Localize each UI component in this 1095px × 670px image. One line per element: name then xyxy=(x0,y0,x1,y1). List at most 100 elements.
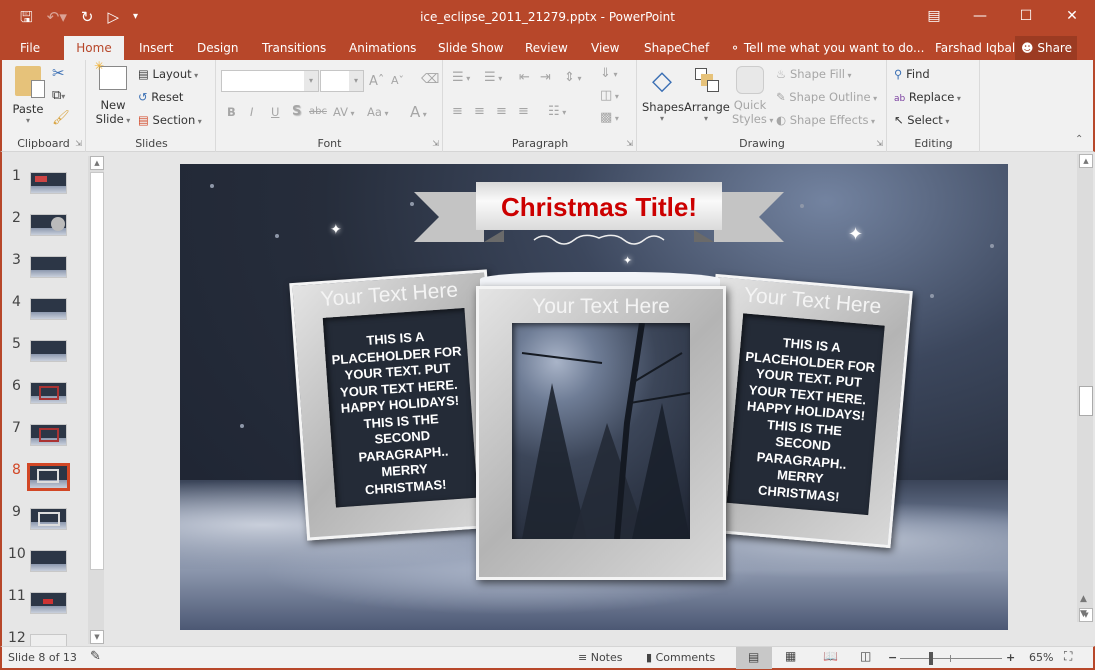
center-frame[interactable]: Your Text Here xyxy=(476,286,726,580)
slide-thumbnail-6[interactable] xyxy=(30,382,67,404)
slide-title[interactable]: Christmas Title! xyxy=(476,192,722,223)
shape-outline-button[interactable]: ✎ Shape Outline ▾ xyxy=(776,90,877,104)
tab-view[interactable]: View xyxy=(583,36,627,60)
strikethrough-button[interactable]: abc xyxy=(309,106,327,117)
canvas-scrollbar[interactable]: ▲ ▼ xyxy=(1077,154,1093,622)
slide[interactable]: ✦ ✦ ✦ Christmas Title! Your Text Here TH… xyxy=(180,164,1008,630)
slide-thumbnail-4[interactable] xyxy=(30,298,67,320)
slide-thumbnail-3[interactable] xyxy=(30,256,67,278)
align-right-icon[interactable]: ≡ xyxy=(496,104,507,119)
right-frame[interactable]: Your Text Here THIS IS A PLACEHOLDER FOR… xyxy=(693,273,913,549)
frame-title[interactable]: Your Text Here xyxy=(479,295,723,319)
shapes-button[interactable]: ◇ Shapes ▾ xyxy=(642,66,684,123)
cut-icon[interactable]: ✂ xyxy=(52,64,65,82)
slide-thumbnail-8[interactable] xyxy=(27,463,70,491)
frame-text[interactable]: THIS IS A PLACEHOLDER FOR YOUR TEXT. PUT… xyxy=(324,326,477,501)
zoom-out-button[interactable]: − xyxy=(888,651,897,664)
increase-indent-icon[interactable]: ⇥ xyxy=(540,70,551,85)
tab-review[interactable]: Review xyxy=(517,36,576,60)
tab-home[interactable]: Home xyxy=(64,36,124,60)
close-icon[interactable]: ✕ xyxy=(1049,0,1095,32)
align-text-icon[interactable]: ◫ ▾ xyxy=(600,88,619,103)
underline-button[interactable]: U xyxy=(271,105,279,119)
scroll-up-icon[interactable]: ▲ xyxy=(90,156,104,170)
numbering-icon[interactable]: ☰ ▾ xyxy=(484,70,502,85)
align-center-icon[interactable]: ≡ xyxy=(474,104,485,119)
find-button[interactable]: ⚲ Find xyxy=(894,67,930,81)
character-spacing-button[interactable]: AV ▾ xyxy=(333,105,355,119)
tab-file[interactable]: File xyxy=(12,36,48,60)
quick-styles-button[interactable]: Quick Styles ▾ xyxy=(732,66,773,126)
minimize-icon[interactable]: — xyxy=(957,0,1003,32)
columns-icon[interactable]: ☷ ▾ xyxy=(548,104,566,119)
text-direction-icon[interactable]: ⇓ ▾ xyxy=(600,66,617,81)
scroll-thumb[interactable] xyxy=(1079,386,1093,416)
select-button[interactable]: ↖ Select ▾ xyxy=(894,113,949,127)
dialog-launcher-icon[interactable]: ⇲ xyxy=(432,139,439,148)
replace-button[interactable]: ab Replace ▾ xyxy=(894,90,961,104)
justify-icon[interactable]: ≡ xyxy=(518,104,529,119)
user-name[interactable]: Farshad Iqbal xyxy=(935,36,1015,60)
font-size-input[interactable]: ▾ xyxy=(320,70,364,92)
frame-text[interactable]: THIS IS A PLACEHOLDER FOR YOUR TEXT. PUT… xyxy=(727,331,883,508)
layout-button[interactable]: ▤ Layout ▾ xyxy=(138,67,198,81)
shadow-button[interactable]: S xyxy=(292,104,301,119)
chevron-down-icon[interactable]: ▾ xyxy=(304,71,318,91)
format-painter-icon[interactable]: 🖌 xyxy=(52,110,70,126)
shape-effects-button[interactable]: ◐ Shape Effects ▾ xyxy=(776,113,875,127)
dialog-launcher-icon[interactable]: ⇲ xyxy=(626,139,633,148)
customize-qat-icon[interactable]: ▾ xyxy=(133,7,138,27)
zoom-level[interactable]: 65% xyxy=(1029,651,1053,664)
bold-button[interactable]: B xyxy=(227,105,236,119)
notes-button[interactable]: ≡ Notes xyxy=(578,651,623,664)
copy-icon[interactable]: ⧉▾ xyxy=(52,88,65,103)
tab-design[interactable]: Design xyxy=(189,36,246,60)
forest-image[interactable] xyxy=(512,322,691,540)
spell-check-icon[interactable]: ✎ xyxy=(90,649,101,664)
tab-shapechef[interactable]: ShapeChef xyxy=(636,36,717,60)
clear-formatting-icon[interactable]: ⌫ xyxy=(421,72,439,87)
smartart-icon[interactable]: ▩ ▾ xyxy=(600,110,619,125)
slide-thumbnail-7[interactable] xyxy=(30,424,67,446)
tab-slide-show[interactable]: Slide Show xyxy=(430,36,511,60)
redo-icon[interactable]: ↻ xyxy=(81,7,94,27)
paste-button[interactable]: Paste ▾ xyxy=(12,66,45,125)
decrease-indent-icon[interactable]: ⇤ xyxy=(519,70,530,85)
tab-insert[interactable]: Insert xyxy=(131,36,181,60)
slide-thumbnail-11[interactable] xyxy=(30,592,67,614)
shape-fill-button[interactable]: ♨ Shape Fill ▾ xyxy=(776,67,852,81)
thumbnails-scrollbar[interactable]: ▲ ▼ xyxy=(88,156,104,644)
ribbon-display-options-icon[interactable]: ▤ xyxy=(911,0,957,32)
slide-thumbnail-2[interactable] xyxy=(30,214,67,236)
maximize-icon[interactable]: ☐ xyxy=(1003,0,1049,32)
tell-me-search[interactable]: ⚬ Tell me what you want to do... xyxy=(730,36,924,60)
comments-button[interactable]: ▮ Comments xyxy=(646,651,715,664)
tab-animations[interactable]: Animations xyxy=(341,36,424,60)
left-frame[interactable]: Your Text Here THIS IS A PLACEHOLDER FOR… xyxy=(289,269,505,541)
arrange-button[interactable]: Arrange ▾ xyxy=(684,66,730,123)
font-name-input[interactable]: ▾ xyxy=(221,70,319,92)
italic-button[interactable]: I xyxy=(250,105,253,119)
line-spacing-icon[interactable]: ⇕ ▾ xyxy=(564,70,581,85)
zoom-slider[interactable] xyxy=(900,652,1002,665)
undo-icon[interactable]: ↶▾ xyxy=(47,7,67,27)
slide-thumbnail-5[interactable] xyxy=(30,340,67,362)
font-color-button[interactable]: A ▾ xyxy=(410,103,427,121)
share-button[interactable]: ☻ Share xyxy=(1015,36,1077,60)
zoom-in-button[interactable]: + xyxy=(1006,651,1015,664)
slide-sorter-icon[interactable]: ▦ xyxy=(785,649,796,663)
reading-view-icon[interactable]: 📖 xyxy=(823,649,838,663)
chevron-down-icon[interactable]: ▾ xyxy=(349,71,363,91)
next-slide-icon[interactable]: ▼ xyxy=(1080,609,1087,619)
collapse-ribbon-icon[interactable]: ⌃ xyxy=(1075,134,1083,145)
slide-thumbnail-1[interactable] xyxy=(30,172,67,194)
align-left-icon[interactable]: ≡ xyxy=(452,104,463,119)
increase-font-icon[interactable]: Aˆ xyxy=(369,74,384,89)
scroll-up-icon[interactable]: ▲ xyxy=(1079,154,1093,168)
change-case-button[interactable]: Aa ▾ xyxy=(367,105,388,119)
slideshow-icon[interactable]: ◫ xyxy=(860,649,871,663)
scroll-down-icon[interactable]: ▼ xyxy=(90,630,104,644)
section-button[interactable]: ▤ Section ▾ xyxy=(138,113,202,127)
fit-to-window-icon[interactable]: ⛶ xyxy=(1064,649,1072,664)
start-from-beginning-icon[interactable]: ▷ xyxy=(107,7,119,27)
